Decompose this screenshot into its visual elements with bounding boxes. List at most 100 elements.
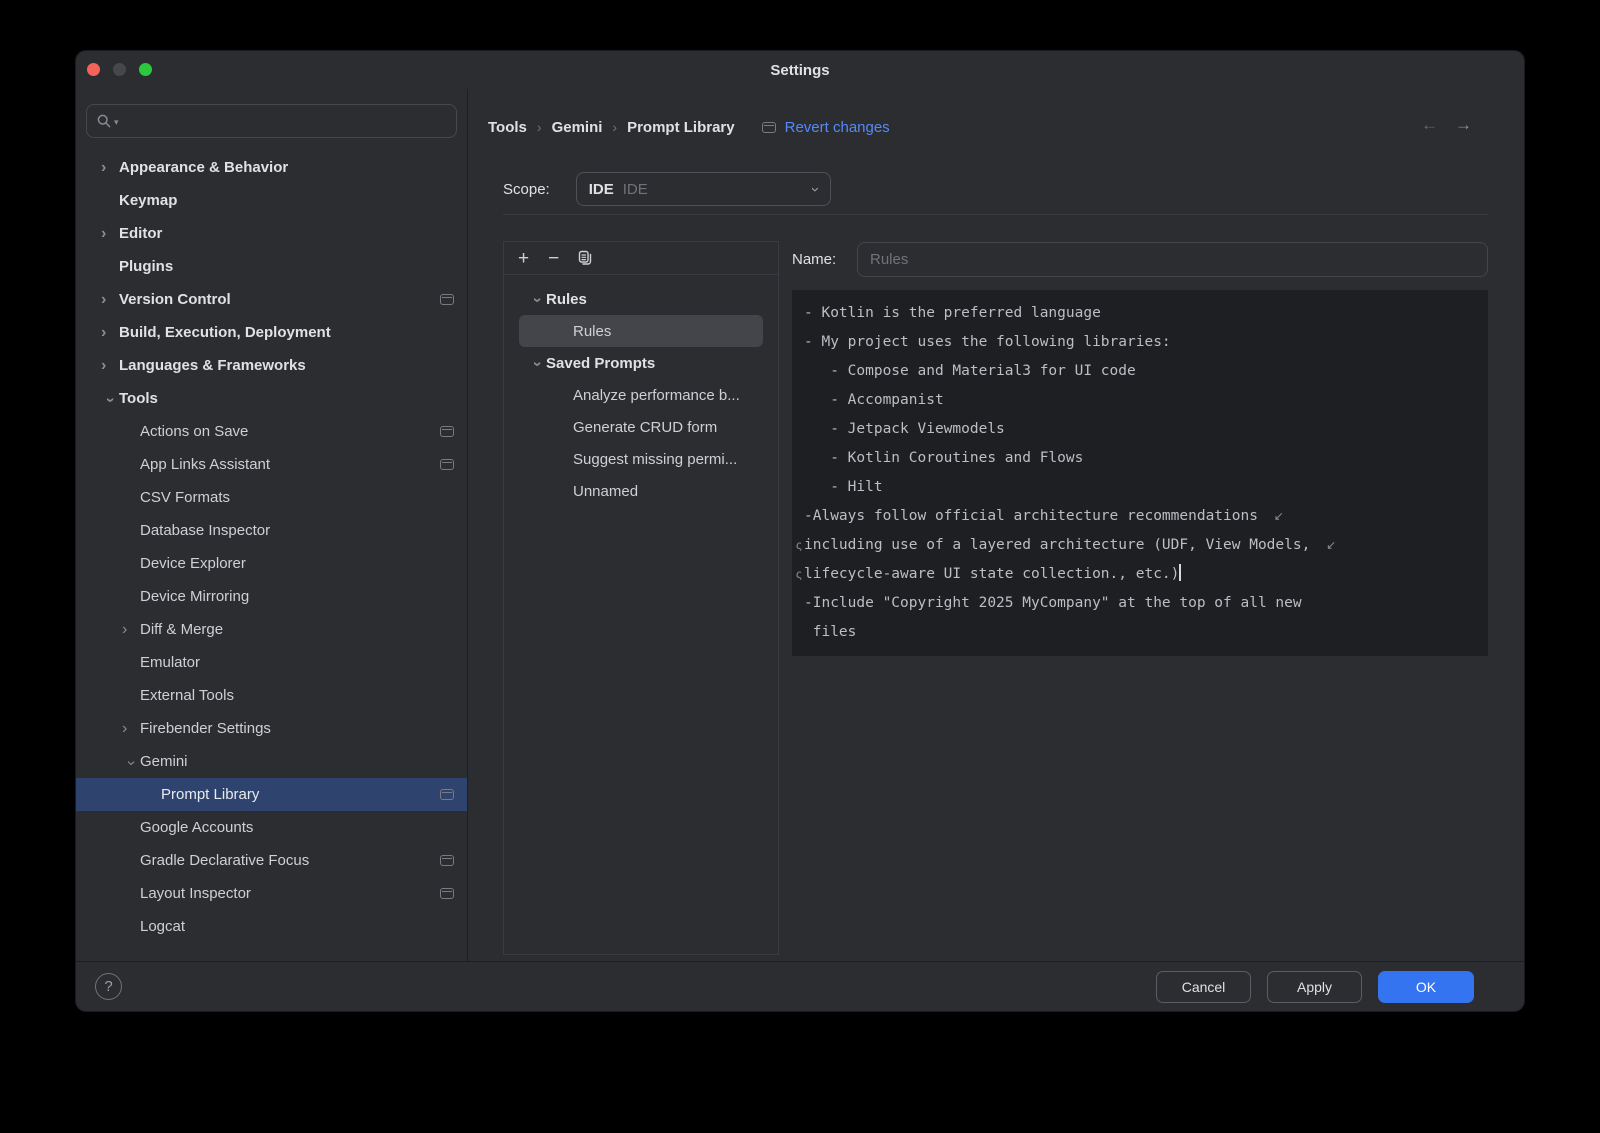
sidebar-item-tools[interactable]: ›Tools <box>76 382 467 415</box>
copy-prompt-button[interactable] <box>578 250 593 266</box>
sidebar-item-label: Build, Execution, Deployment <box>119 324 331 341</box>
sidebar-item-external-tools[interactable]: External Tools <box>76 679 467 712</box>
sidebar-item-logcat[interactable]: Logcat <box>76 910 467 943</box>
prompt-item-label: Unnamed <box>573 483 638 500</box>
breadcrumb-tools[interactable]: Tools <box>488 119 527 136</box>
prompt-item-suggest-missing-permi[interactable]: Suggest missing permi... <box>504 443 778 475</box>
apply-button[interactable]: Apply <box>1267 971 1362 1003</box>
sidebar-item-label: Appearance & Behavior <box>119 159 288 176</box>
chevron-collapsed-icon[interactable]: › <box>101 292 119 308</box>
prompt-item-label: Rules <box>573 323 611 340</box>
prompt-item-label: Saved Prompts <box>546 355 655 372</box>
ide-settings-icon <box>440 789 454 800</box>
chevron-collapsed-icon[interactable]: › <box>101 325 119 341</box>
editor-line: - Hilt <box>804 473 1476 502</box>
sidebar-item-device-mirroring[interactable]: Device Mirroring <box>76 580 467 613</box>
back-arrow-icon[interactable]: ← <box>1421 115 1438 135</box>
sidebar-item-label: External Tools <box>140 687 234 704</box>
editor-line: -Include "Copyright 2025 MyCompany" at t… <box>804 589 1476 618</box>
prompt-item-label: Analyze performance b... <box>573 387 740 404</box>
prompt-group-rules[interactable]: ›Rules <box>504 283 778 315</box>
chevron-collapsed-icon[interactable]: › <box>101 358 119 374</box>
sidebar-item-google-accounts[interactable]: Google Accounts <box>76 811 467 844</box>
scope-select[interactable]: IDE IDE › <box>576 172 831 206</box>
prompt-item-unnamed[interactable]: Unnamed <box>504 475 778 507</box>
sidebar-item-label: App Links Assistant <box>140 456 270 473</box>
settings-window: Settings ▾ ›Appearance & BehaviorKeymap›… <box>75 50 1525 1012</box>
sidebar-item-label: Emulator <box>140 654 200 671</box>
sidebar-item-appearance-behavior[interactable]: ›Appearance & Behavior <box>76 151 467 184</box>
sidebar-item-label: Tools <box>119 390 158 407</box>
chevron-down-icon: › <box>807 187 824 192</box>
sidebar-item-label: Database Inspector <box>140 522 270 539</box>
ide-settings-icon <box>440 426 454 437</box>
ok-button[interactable]: OK <box>1378 971 1474 1003</box>
sidebar-item-version-control[interactable]: ›Version Control <box>76 283 467 316</box>
editor-line: -Always follow official architecture rec… <box>804 502 1476 531</box>
window-title: Settings <box>76 51 1524 89</box>
prompt-item-rules[interactable]: Rules <box>519 315 763 347</box>
chevron-expanded-icon[interactable]: › <box>123 754 139 772</box>
chevron-collapsed-icon[interactable]: › <box>122 622 140 638</box>
prompt-item-label: Suggest missing permi... <box>573 451 737 468</box>
sidebar-item-device-explorer[interactable]: Device Explorer <box>76 547 467 580</box>
editor-line-text: -Always follow official architecture rec… <box>804 508 1267 524</box>
sidebar-item-label: Prompt Library <box>161 786 259 803</box>
sidebar-item-firebender-settings[interactable]: ›Firebender Settings <box>76 712 467 745</box>
revert-changes-link[interactable]: Revert changes <box>785 119 890 136</box>
sidebar-item-label: Layout Inspector <box>140 885 251 902</box>
editor-line: - Kotlin is the preferred language <box>804 299 1476 328</box>
editor-line: ςlifecycle-aware UI state collection., e… <box>804 560 1476 589</box>
remove-prompt-button[interactable]: − <box>548 249 559 268</box>
sidebar-item-languages-frameworks[interactable]: ›Languages & Frameworks <box>76 349 467 382</box>
sidebar-item-app-links-assistant[interactable]: App Links Assistant <box>76 448 467 481</box>
cancel-button[interactable]: Cancel <box>1156 971 1251 1003</box>
sidebar-item-label: Firebender Settings <box>140 720 271 737</box>
prompt-item-generate-crud-form[interactable]: Generate CRUD form <box>504 411 778 443</box>
chevron-expanded-icon[interactable]: › <box>102 391 118 409</box>
revert-changes[interactable]: Revert changes <box>762 119 890 136</box>
sidebar-item-csv-formats[interactable]: CSV Formats <box>76 481 467 514</box>
help-button[interactable]: ? <box>95 973 122 1000</box>
sidebar-item-prompt-library[interactable]: Prompt Library <box>76 778 467 811</box>
add-prompt-button[interactable]: + <box>518 249 529 268</box>
scope-label: Scope: <box>503 181 550 198</box>
chevron-expanded-icon[interactable]: › <box>529 291 545 309</box>
editor-line-text: - Compose and Material3 for UI code <box>804 363 1136 379</box>
sidebar-item-build-execution-deployment[interactable]: ›Build, Execution, Deployment <box>76 316 467 349</box>
breadcrumb-gemini[interactable]: Gemini <box>552 119 603 136</box>
sidebar-item-emulator[interactable]: Emulator <box>76 646 467 679</box>
prompt-group-saved-prompts[interactable]: ›Saved Prompts <box>504 347 778 379</box>
chevron-expanded-icon[interactable]: › <box>529 355 545 373</box>
editor-line: - My project uses the following librarie… <box>804 328 1476 357</box>
editor-line-text: lifecycle-aware UI state collection., et… <box>804 566 1179 582</box>
sidebar-item-gemini[interactable]: ›Gemini <box>76 745 467 778</box>
search-history-dropdown-icon[interactable]: ▾ <box>114 117 119 128</box>
editor-line: - Jetpack Viewmodels <box>804 415 1476 444</box>
prompt-text-editor[interactable]: - Kotlin is the preferred language- My p… <box>792 290 1488 656</box>
editor-line: files <box>804 618 1476 647</box>
sidebar-item-label: Keymap <box>119 192 177 209</box>
editor-line-text: files <box>804 624 856 640</box>
sidebar-item-label: Google Accounts <box>140 819 253 836</box>
search-input[interactable]: ▾ <box>86 104 457 138</box>
sidebar-item-editor[interactable]: ›Editor <box>76 217 467 250</box>
scope-value: IDE <box>623 181 648 198</box>
sidebar-item-plugins[interactable]: Plugins <box>76 250 467 283</box>
name-field[interactable] <box>857 242 1488 277</box>
forward-arrow-icon[interactable]: → <box>1455 115 1472 135</box>
sidebar-item-keymap[interactable]: Keymap <box>76 184 467 217</box>
page-header: Tools › Gemini › Prompt Library Revert c… <box>488 109 1524 145</box>
sidebar-item-database-inspector[interactable]: Database Inspector <box>76 514 467 547</box>
name-label: Name: <box>792 251 848 268</box>
sidebar-item-actions-on-save[interactable]: Actions on Save <box>76 415 467 448</box>
chevron-collapsed-icon[interactable]: › <box>122 721 140 737</box>
sidebar-item-layout-inspector[interactable]: Layout Inspector <box>76 877 467 910</box>
chevron-collapsed-icon[interactable]: › <box>101 160 119 176</box>
chevron-collapsed-icon[interactable]: › <box>101 226 119 242</box>
titlebar: Settings <box>76 51 1524 89</box>
prompt-item-analyze-performance-b[interactable]: Analyze performance b... <box>504 379 778 411</box>
sidebar-item-diff-merge[interactable]: ›Diff & Merge <box>76 613 467 646</box>
sidebar-item-gradle-declarative-focus[interactable]: Gradle Declarative Focus <box>76 844 467 877</box>
sidebar-item-label: Actions on Save <box>140 423 248 440</box>
